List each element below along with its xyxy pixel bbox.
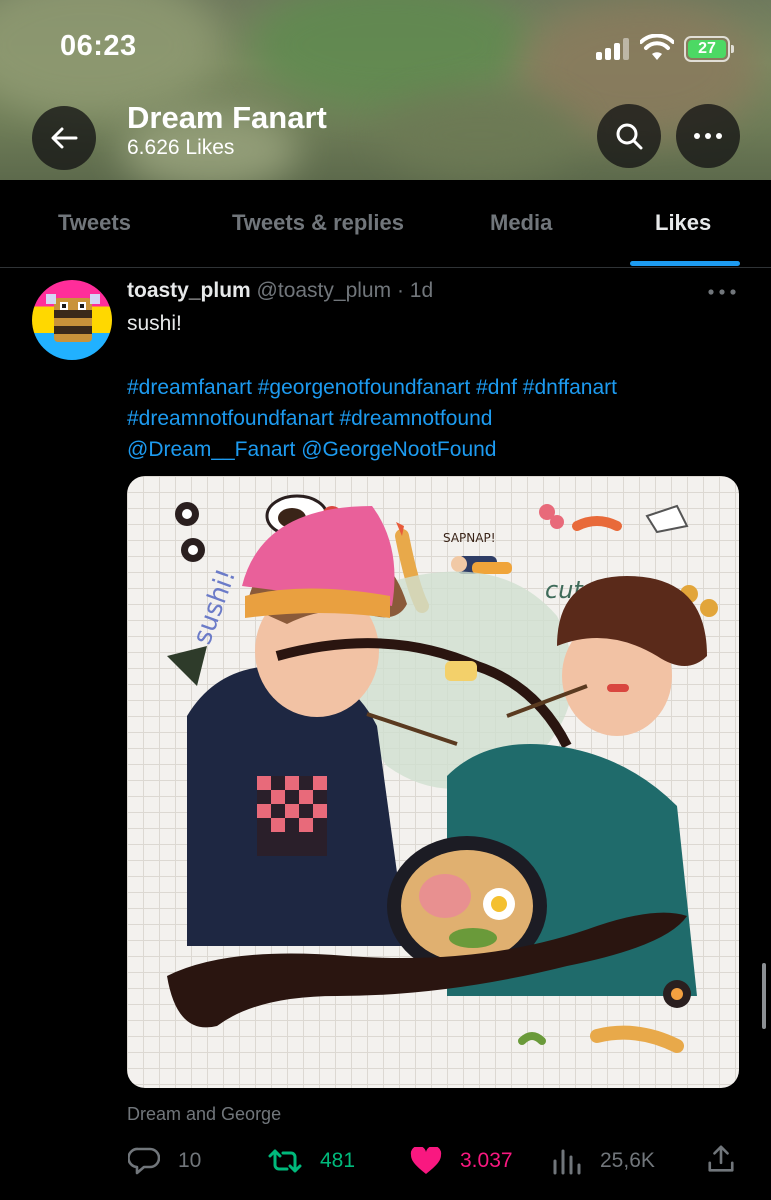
retweet-icon [268, 1149, 302, 1173]
tweet-header: toasty_plum @toasty_plum · 1d [127, 279, 433, 303]
mentions-line[interactable]: @Dream__Fanart @GeorgeNootFound [127, 434, 747, 465]
author-name[interactable]: toasty_plum [127, 279, 251, 302]
search-icon [616, 123, 643, 150]
sushi-text: sushi! [187, 565, 242, 648]
tab-tweets[interactable]: Tweets [58, 210, 131, 236]
status-bar: 06:23 27 [0, 0, 771, 90]
likes-count: 6.626 Likes [127, 136, 235, 159]
views-button[interactable]: 25,6K [552, 1146, 655, 1176]
back-button[interactable] [32, 106, 96, 170]
tweet-tags: #dreamfanart #georgenotfoundfanart #dnf … [127, 372, 747, 465]
views-count: 25,6K [600, 1149, 655, 1172]
back-arrow-icon [51, 127, 78, 149]
signal-icon [596, 38, 630, 60]
reply-count: 10 [178, 1149, 202, 1172]
hashtags-line[interactable]: #dreamfanart #georgenotfoundfanart #dnf … [127, 372, 747, 403]
author-handle[interactable]: @toasty_plum [257, 279, 392, 302]
views-icon [553, 1149, 581, 1175]
heart-icon [410, 1147, 442, 1174]
scrollbar-thumb[interactable] [762, 963, 766, 1029]
battery-level: 27 [688, 40, 726, 58]
search-button[interactable] [597, 104, 661, 168]
like-count: 3.037 [460, 1149, 513, 1172]
tab-likes[interactable]: Likes [655, 210, 711, 236]
battery-icon: 27 [684, 36, 734, 62]
tweet-media-image[interactable]: SAPNAP! cute date sushi! [127, 476, 739, 1088]
profile-tabs: Tweets Tweets & replies Media Likes [0, 180, 771, 268]
like-button[interactable]: 3.037 [410, 1146, 513, 1176]
fanart-illustration: SAPNAP! cute date sushi! [167, 494, 718, 1053]
avatar[interactable] [32, 280, 112, 360]
media-caption: Dream and George [127, 1104, 282, 1124]
tweet-age[interactable]: 1d [410, 279, 433, 302]
profile-header: 06:23 27 Dream Fanart 6.626 Likes [0, 0, 771, 180]
tab-tweets-replies[interactable]: Tweets & replies [232, 210, 404, 236]
hashtags-line[interactable]: #dreamnotfoundfanart #dreamnotfound [127, 403, 747, 434]
reply-icon [128, 1147, 160, 1175]
page-title: Dream Fanart [127, 100, 327, 135]
more-icon [694, 133, 722, 139]
banner-blur [380, 90, 580, 180]
tweet-more-icon[interactable] [706, 282, 738, 302]
reply-button[interactable]: 10 [128, 1146, 201, 1176]
share-icon[interactable] [706, 1144, 736, 1174]
more-options-button[interactable] [676, 104, 740, 168]
status-time: 06:23 [60, 30, 137, 62]
retweet-button[interactable]: 481 [268, 1146, 355, 1176]
active-tab-indicator [630, 261, 740, 266]
separator-dot: · [396, 279, 404, 302]
tweet-text: sushi! [127, 312, 182, 335]
sapnap-text: SAPNAP! [443, 531, 496, 545]
bee-avatar-image [46, 294, 100, 342]
tab-media[interactable]: Media [490, 210, 552, 236]
retweet-count: 481 [320, 1149, 356, 1172]
wifi-icon [640, 34, 674, 60]
